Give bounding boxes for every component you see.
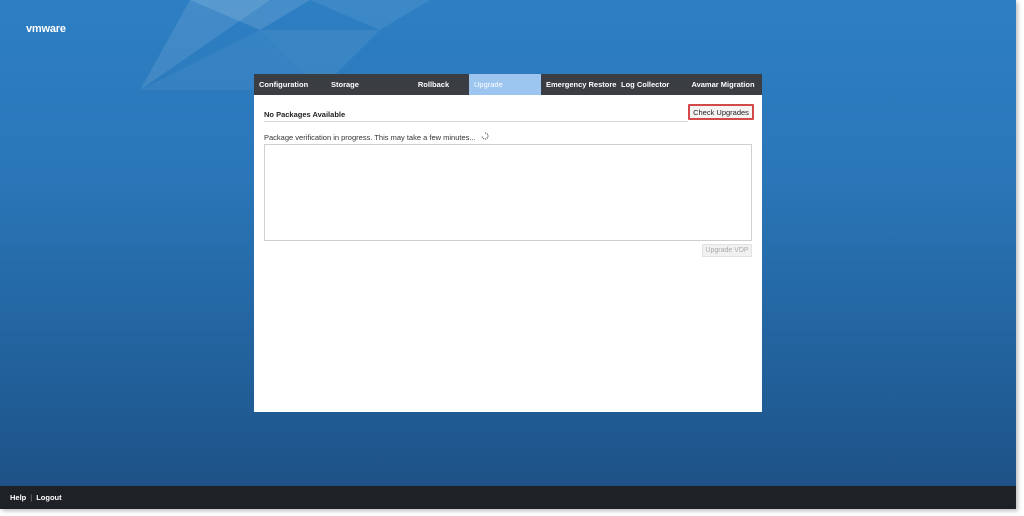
app-background: vmware Configuration Storage Rollback Up… bbox=[0, 0, 1016, 509]
tab-emergency-restore[interactable]: Emergency Restore bbox=[541, 74, 616, 95]
divider bbox=[264, 121, 688, 122]
footer-bar: Help | Logout bbox=[0, 486, 1016, 509]
footer-separator: | bbox=[30, 493, 33, 502]
upgrade-vdp-button[interactable]: Upgrade VDP bbox=[702, 244, 752, 257]
tab-upgrade[interactable]: Upgrade bbox=[469, 74, 541, 95]
logo-text: vmware bbox=[26, 23, 66, 35]
logout-link[interactable]: Logout bbox=[36, 493, 61, 502]
loading-spinner-icon bbox=[481, 132, 489, 142]
tab-log-collector[interactable]: Log Collector bbox=[616, 74, 684, 95]
tab-configuration[interactable]: Configuration bbox=[254, 74, 326, 95]
verification-text: Package verification in progress. This m… bbox=[264, 132, 476, 142]
help-link[interactable]: Help bbox=[10, 493, 26, 502]
tab-avamar-migration[interactable]: Avamar Migration bbox=[684, 74, 762, 95]
package-list-box[interactable] bbox=[264, 144, 752, 241]
tab-bar: Configuration Storage Rollback Upgrade E… bbox=[254, 74, 762, 95]
tab-storage[interactable]: Storage bbox=[326, 74, 398, 95]
tab-rollback[interactable]: Rollback bbox=[398, 74, 469, 95]
check-upgrades-button[interactable]: Check Upgrades bbox=[688, 104, 754, 120]
packages-status: No Packages Available bbox=[264, 110, 346, 119]
check-upgrades-label: Check Upgrades bbox=[693, 107, 749, 117]
main-panel: Configuration Storage Rollback Upgrade E… bbox=[254, 74, 762, 412]
verification-status: Package verification in progress. This m… bbox=[264, 132, 489, 142]
vmware-logo: vmware bbox=[26, 23, 66, 35]
